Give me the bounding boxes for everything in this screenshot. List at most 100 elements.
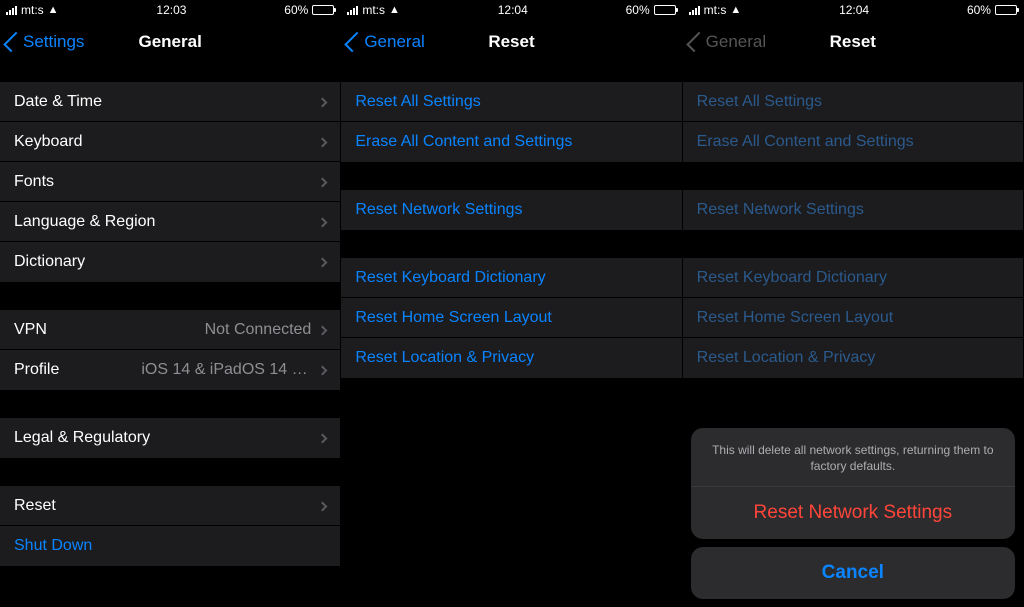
row-label: Fonts (14, 173, 54, 191)
chevron-right-icon (319, 361, 326, 379)
chevron-left-icon (686, 32, 707, 53)
row-label: Reset Keyboard Dictionary (355, 269, 545, 287)
chevron-right-icon (319, 253, 326, 271)
row-profile[interactable]: Profile iOS 14 & iPadOS 14 Beta Softwar.… (0, 350, 340, 390)
page-title: General (139, 32, 202, 52)
content: Reset All Settings Erase All Content and… (341, 64, 681, 607)
row-fonts[interactable]: Fonts (0, 162, 340, 202)
row-reset-keyboard-dict: Reset Keyboard Dictionary (683, 258, 1023, 298)
row-erase-all[interactable]: Erase All Content and Settings (341, 122, 681, 162)
row-erase-all: Erase All Content and Settings (683, 122, 1023, 162)
navbar: General Reset (683, 20, 1023, 64)
chevron-right-icon (319, 429, 326, 447)
row-label: Reset Network Settings (697, 201, 864, 219)
row-language-region[interactable]: Language & Region (0, 202, 340, 242)
row-label: Reset Home Screen Layout (697, 309, 894, 327)
chevron-right-icon (319, 173, 326, 191)
back-button[interactable]: Settings (8, 32, 84, 52)
carrier-label: mt:s (21, 3, 44, 17)
row-shutdown[interactable]: Shut Down (0, 526, 340, 566)
row-label: Shut Down (14, 537, 92, 555)
cancel-button[interactable]: Cancel (691, 547, 1015, 599)
carrier-label: mt:s (362, 3, 385, 17)
carrier-label: mt:s (704, 3, 727, 17)
row-reset-all-settings: Reset All Settings (683, 82, 1023, 122)
back-label: Settings (23, 32, 84, 52)
button-label: Reset Network Settings (754, 502, 953, 524)
wifi-icon: ▲ (730, 4, 741, 16)
chevron-left-icon (3, 32, 24, 53)
row-label: Reset Home Screen Layout (355, 309, 552, 327)
battery-icon (654, 5, 676, 15)
page-title: Reset (488, 32, 534, 52)
navbar: Settings General (0, 20, 340, 64)
phone-reset: mt:s ▲ 12:04 60% General Reset Reset All… (341, 0, 682, 607)
confirm-reset-network-button[interactable]: Reset Network Settings (691, 487, 1015, 539)
status-time: 12:03 (156, 3, 186, 17)
row-legal[interactable]: Legal & Regulatory (0, 418, 340, 458)
content: Date & Time Keyboard Fonts Language & Re… (0, 64, 340, 607)
signal-icon (6, 6, 17, 15)
battery-icon (312, 5, 334, 15)
row-label: Legal & Regulatory (14, 429, 150, 447)
signal-icon (689, 6, 700, 15)
back-button[interactable]: General (349, 32, 424, 52)
action-sheet: This will delete all network settings, r… (691, 428, 1015, 599)
navbar: General Reset (341, 20, 681, 64)
chevron-right-icon (319, 213, 326, 231)
row-vpn[interactable]: VPN Not Connected (0, 310, 340, 350)
row-reset[interactable]: Reset (0, 486, 340, 526)
row-reset-network: Reset Network Settings (683, 190, 1023, 230)
row-keyboard[interactable]: Keyboard (0, 122, 340, 162)
chevron-left-icon (345, 32, 366, 53)
row-label: Keyboard (14, 133, 83, 151)
status-bar: mt:s ▲ 12:04 60% (683, 0, 1023, 20)
row-date-time[interactable]: Date & Time (0, 82, 340, 122)
row-reset-all-settings[interactable]: Reset All Settings (341, 82, 681, 122)
row-reset-network[interactable]: Reset Network Settings (341, 190, 681, 230)
chevron-right-icon (319, 93, 326, 111)
sheet-card: This will delete all network settings, r… (691, 428, 1015, 539)
row-reset-location-privacy[interactable]: Reset Location & Privacy (341, 338, 681, 378)
phone-general: mt:s ▲ 12:03 60% Settings General Date &… (0, 0, 341, 607)
back-label: General (364, 32, 424, 52)
row-label: Erase All Content and Settings (355, 133, 572, 151)
phone-reset-confirm: mt:s ▲ 12:04 60% General Reset Reset All… (683, 0, 1024, 607)
status-time: 12:04 (498, 3, 528, 17)
wifi-icon: ▲ (48, 4, 59, 16)
row-reset-home-layout[interactable]: Reset Home Screen Layout (341, 298, 681, 338)
row-detail: iOS 14 & iPadOS 14 Beta Softwar... (141, 361, 311, 379)
sheet-message: This will delete all network settings, r… (691, 428, 1015, 487)
row-reset-home-layout: Reset Home Screen Layout (683, 298, 1023, 338)
row-reset-keyboard-dict[interactable]: Reset Keyboard Dictionary (341, 258, 681, 298)
back-button: General (691, 32, 766, 52)
row-label: Language & Region (14, 213, 155, 231)
row-label: VPN (14, 321, 47, 339)
row-reset-location-privacy: Reset Location & Privacy (683, 338, 1023, 378)
battery-icon (995, 5, 1017, 15)
row-label: Reset All Settings (697, 93, 822, 111)
signal-icon (347, 6, 358, 15)
back-label: General (706, 32, 766, 52)
status-bar: mt:s ▲ 12:04 60% (341, 0, 681, 20)
battery-pct: 60% (284, 3, 308, 17)
chevron-right-icon (319, 497, 326, 515)
row-label: Reset Network Settings (355, 201, 522, 219)
row-label: Profile (14, 361, 59, 379)
row-label: Reset All Settings (355, 93, 480, 111)
row-label: Reset Location & Privacy (697, 349, 876, 367)
row-label: Dictionary (14, 253, 85, 271)
page-title: Reset (830, 32, 876, 52)
row-label: Reset Location & Privacy (355, 349, 534, 367)
wifi-icon: ▲ (389, 4, 400, 16)
chevron-right-icon (319, 133, 326, 151)
row-label: Date & Time (14, 93, 102, 111)
status-bar: mt:s ▲ 12:03 60% (0, 0, 340, 20)
row-label: Erase All Content and Settings (697, 133, 914, 151)
sheet-cancel-card: Cancel (691, 547, 1015, 599)
row-label: Reset Keyboard Dictionary (697, 269, 887, 287)
button-label: Cancel (822, 562, 884, 584)
row-detail: Not Connected (205, 321, 312, 339)
row-dictionary[interactable]: Dictionary (0, 242, 340, 282)
status-time: 12:04 (839, 3, 869, 17)
